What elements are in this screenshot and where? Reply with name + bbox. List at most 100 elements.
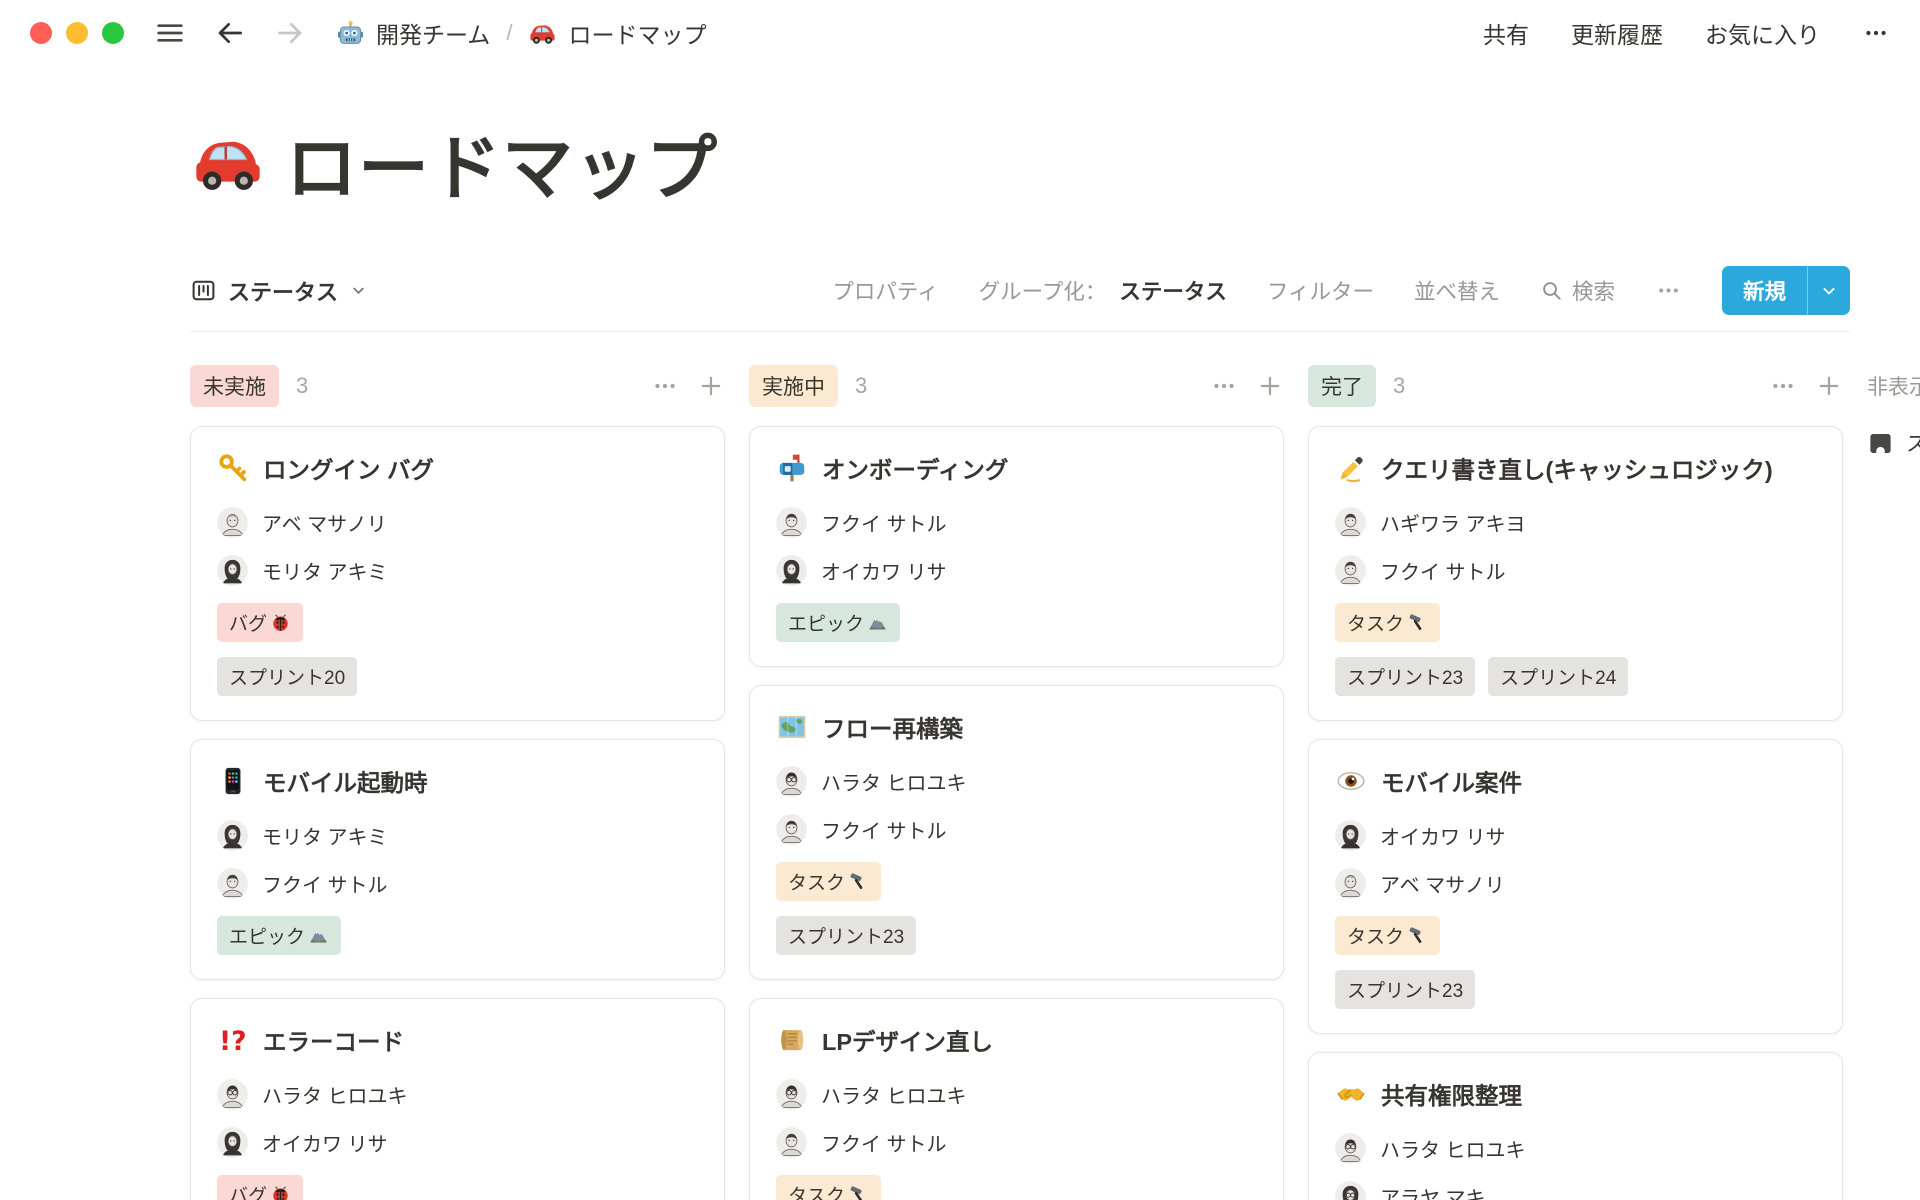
card-tag[interactable]: スプリント23 — [1335, 970, 1475, 1009]
card-tag-row: エピック — [217, 916, 698, 955]
filter-button[interactable]: フィルター — [1267, 275, 1374, 306]
hammer-icon — [1407, 612, 1428, 633]
card[interactable]: モバイル起動時モリタ アキミフクイ サトルエピック — [190, 739, 725, 980]
card-tag[interactable]: スプリント24 — [1488, 657, 1628, 696]
new-button-label[interactable]: 新規 — [1722, 266, 1807, 315]
tag-label: スプリント23 — [1347, 976, 1463, 1003]
card-tag[interactable]: タスク — [776, 1175, 881, 1200]
assignee-name: オイカワ リサ — [262, 1128, 388, 1157]
search-label: 検索 — [1572, 275, 1615, 306]
column-status-badge[interactable]: 未実施 — [190, 365, 279, 407]
card-assignee: フクイ サトル — [776, 507, 1257, 538]
minimize-window-button[interactable] — [66, 22, 88, 44]
favorites-button[interactable]: お気に入り — [1705, 16, 1820, 50]
card[interactable]: LPデザイン直しハラタ ヒロユキフクイ サトルタスク — [749, 998, 1284, 1200]
view-toolbar: ステータス プロパティ グループ化： ステータス フィルター 並べ替え 検索 新… — [190, 266, 1850, 332]
chevron-down-icon — [1819, 281, 1839, 301]
window-titlebar: 開発チーム / ロードマップ 共有 更新履歴 お気に入り — [0, 0, 1920, 66]
group-by-value: ステータス — [1119, 275, 1227, 306]
card-assignee: モリタ アキミ — [217, 555, 698, 586]
handshake-icon — [1335, 1078, 1367, 1110]
tag-label: タスク — [788, 1181, 845, 1200]
avatar-woman-glasses — [1335, 1181, 1366, 1200]
avatar-woman — [1335, 820, 1366, 851]
assignee-name: フクイ サトル — [821, 1128, 947, 1157]
zoom-window-button[interactable] — [102, 22, 124, 44]
avatar-man-bald — [217, 507, 248, 538]
sort-button[interactable]: 並べ替え — [1414, 275, 1500, 306]
card-title-row: モバイル案件 — [1335, 764, 1816, 798]
column-more-icon[interactable] — [651, 372, 679, 400]
avatar-woman — [217, 820, 248, 851]
card[interactable]: !?エラーコードハラタ ヒロユキオイカワ リサバグ — [190, 998, 725, 1200]
card[interactable]: ロングイン バグアベ マサノリモリタ アキミバグスプリント20 — [190, 426, 725, 721]
card[interactable]: クエリ書き直し(キャッシュロジック)ハギワラ アキヨフクイ サトルタスクスプリン… — [1308, 426, 1843, 721]
close-window-button[interactable] — [30, 22, 52, 44]
card-tag[interactable]: エピック — [776, 603, 900, 642]
page-title[interactable]: ロードマップ — [286, 112, 718, 214]
board: 未実施3ロングイン バグアベ マサノリモリタ アキミバグスプリント20モバイル起… — [190, 366, 1850, 1200]
card-tag[interactable]: タスク — [1335, 916, 1440, 955]
breadcrumb-item-page[interactable]: ロードマップ — [528, 16, 706, 50]
scroll-icon — [776, 1024, 808, 1056]
updates-button[interactable]: 更新履歴 — [1571, 16, 1663, 50]
column-cards: クエリ書き直し(キャッシュロジック)ハギワラ アキヨフクイ サトルタスクスプリン… — [1308, 426, 1843, 1200]
column-more-icon[interactable] — [1769, 372, 1797, 400]
card-tag-row: タスク — [1335, 603, 1816, 642]
search-button[interactable]: 検索 — [1540, 275, 1615, 306]
share-button[interactable]: 共有 — [1483, 16, 1529, 50]
column-status-badge[interactable]: 完了 — [1308, 365, 1376, 407]
card-assignee: オイカワ リサ — [1335, 820, 1816, 851]
card[interactable]: オンボーディングフクイ サトルオイカワ リサエピック — [749, 426, 1284, 667]
page-car-icon[interactable] — [190, 125, 266, 201]
column-add-card-icon[interactable] — [697, 372, 725, 400]
card[interactable]: フロー再構築ハラタ ヒロユキフクイ サトルタスクスプリント23 — [749, 685, 1284, 980]
card[interactable]: モバイル案件オイカワ リサアベ マサノリタスクスプリント23 — [1308, 739, 1843, 1034]
card-tag-row: エピック — [776, 603, 1257, 642]
card-tag-row: バグ — [217, 1175, 698, 1200]
forward-button[interactable] — [274, 17, 306, 49]
card-assignee: ハラタ ヒロユキ — [776, 1079, 1257, 1110]
hidden-group-row[interactable]: ステータスなし — [1867, 428, 1920, 458]
hammer-icon — [848, 1184, 869, 1200]
card[interactable]: 共有権限整理ハラタ ヒロユキアラヤ マキ — [1308, 1052, 1843, 1200]
avatar-man — [776, 1127, 807, 1158]
card-title-row: クエリ書き直し(キャッシュロジック) — [1335, 451, 1816, 485]
view-more-icon[interactable] — [1655, 277, 1682, 304]
column-count: 3 — [855, 373, 867, 399]
column-add-card-icon[interactable] — [1256, 372, 1284, 400]
hidden-groups-label[interactable]: 非表示のグループ — [1867, 366, 1920, 406]
card-tag[interactable]: タスク — [1335, 603, 1440, 642]
card-tag[interactable]: スプリント20 — [217, 657, 357, 696]
board-view-icon — [190, 277, 217, 304]
column-add-card-icon[interactable] — [1815, 372, 1843, 400]
card-assignee: フクイ サトル — [776, 1127, 1257, 1158]
properties-button[interactable]: プロパティ — [832, 275, 938, 306]
more-options-icon[interactable] — [1862, 19, 1890, 47]
sidebar-toggle-icon[interactable] — [154, 17, 186, 49]
tag-label: タスク — [1347, 609, 1404, 636]
ladybug-icon — [270, 612, 291, 633]
card-tag[interactable]: バグ — [217, 603, 303, 642]
breadcrumb-item-team[interactable]: 開発チーム — [336, 16, 490, 50]
column-more-icon[interactable] — [1210, 372, 1238, 400]
group-by-button[interactable]: グループ化： ステータス — [979, 275, 1227, 306]
card-tag-row: スプリント23 スプリント24 — [1335, 657, 1816, 696]
card-tag-row: スプリント23 — [776, 916, 1257, 955]
card-tag[interactable]: タスク — [776, 862, 881, 901]
card-tag[interactable]: エピック — [217, 916, 341, 955]
tab-status-board-view[interactable]: ステータス — [190, 275, 368, 307]
card-tag[interactable]: バグ — [217, 1175, 303, 1200]
card-title: フロー再構築 — [822, 710, 963, 744]
column-cards: ロングイン バグアベ マサノリモリタ アキミバグスプリント20モバイル起動時モリ… — [190, 426, 725, 1200]
traffic-lights — [30, 22, 124, 44]
card-tag[interactable]: スプリント23 — [1335, 657, 1475, 696]
assignee-name: ハラタ ヒロユキ — [262, 1080, 408, 1109]
column-status-badge[interactable]: 実施中 — [749, 365, 838, 407]
new-button[interactable]: 新規 — [1722, 266, 1850, 315]
card-assignee: ハギワラ アキヨ — [1335, 507, 1816, 538]
new-button-dropdown[interactable] — [1807, 266, 1850, 315]
back-button[interactable] — [214, 17, 246, 49]
card-tag-row: タスク — [1335, 916, 1816, 955]
card-tag[interactable]: スプリント23 — [776, 916, 916, 955]
